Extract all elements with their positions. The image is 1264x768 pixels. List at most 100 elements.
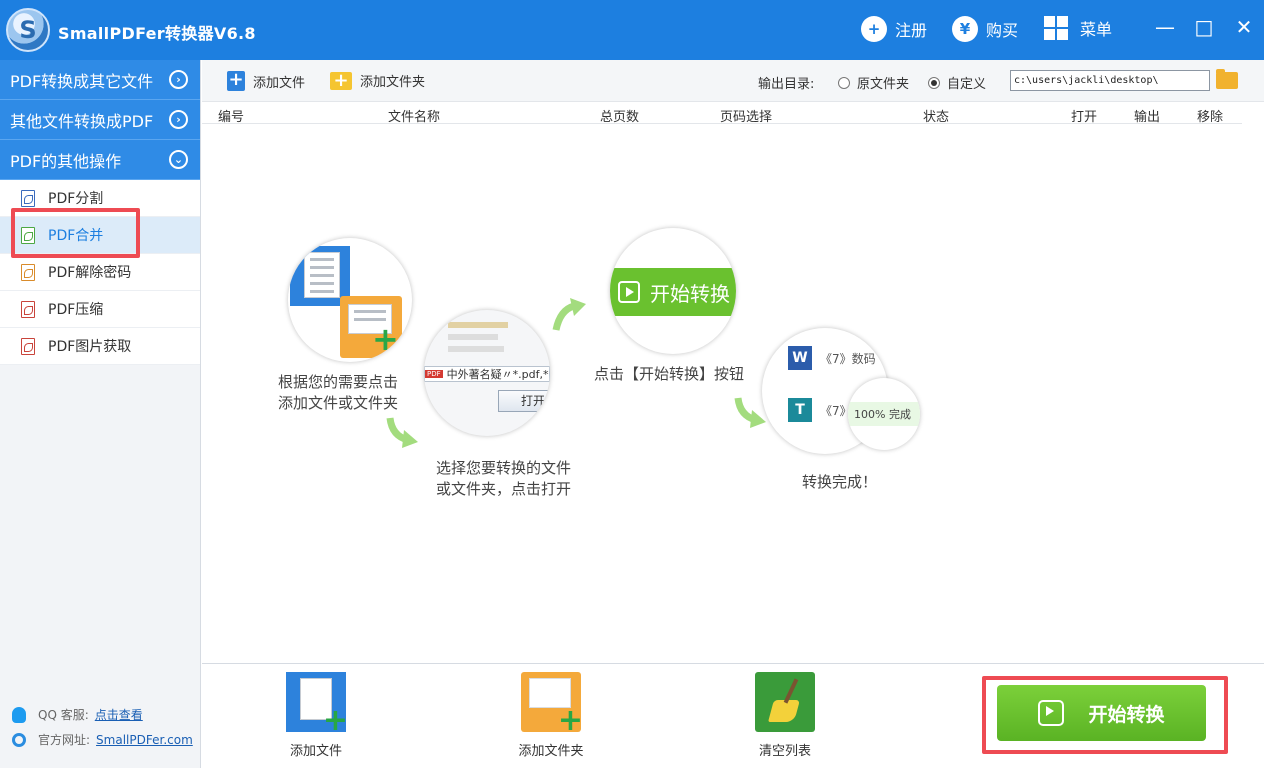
output-path-input[interactable] [1010, 70, 1210, 91]
add-file-icon [227, 69, 245, 91]
radio-original-folder[interactable]: 原文件夹 [838, 73, 909, 92]
qq-support: QQ 客服: 点击查看 [12, 706, 143, 723]
menu-label: 菜单 [1080, 20, 1113, 39]
qq-link[interactable]: 点击查看 [95, 706, 143, 723]
guide-area: + 根据您的需要点击 添加文件或文件夹 PDF 中外著名疑〃*.pdf,*. 打… [202, 124, 1264, 664]
step3-circle: 开始转换 [610, 228, 736, 354]
clear-list-button[interactable]: 清空列表 [735, 672, 835, 759]
grid-menu-icon [1044, 16, 1068, 40]
add-file-large-icon: + [286, 672, 348, 736]
clear-list-label: 清空列表 [758, 744, 811, 759]
add-folder-button[interactable]: 添加文件夹 [330, 70, 426, 91]
col-pages: 总页数 [600, 110, 640, 125]
qq-icon [12, 706, 26, 723]
pdf-unlock-icon [21, 263, 35, 281]
browser-icon [12, 732, 26, 747]
yen-icon: ¥ [952, 16, 978, 42]
arrow-up-right-icon [552, 298, 586, 331]
radio-label: 原文件夹 [857, 77, 910, 92]
col-filename: 文件名称 [388, 110, 441, 125]
col-remove: 移除 [1197, 110, 1224, 125]
bottom-add-file-label: 添加文件 [289, 744, 342, 759]
step2-circle: PDF 中外著名疑〃*.pdf,*. 打开 [424, 310, 550, 436]
sidebar: PDF转换成其它文件 › 其他文件转换成PDF › PDF的其他操作 ⌄ PDF… [0, 60, 201, 768]
arrow-down-right-icon [386, 417, 418, 448]
category-label: PDF的其他操作 [10, 151, 122, 171]
sidebar-item-label: PDF压缩 [48, 302, 104, 318]
site-link[interactable]: SmallPDFer.com [96, 733, 193, 747]
add-file-button[interactable]: 添加文件 [227, 69, 306, 91]
register-label: 注册 [895, 21, 928, 40]
minimize-button[interactable]: — [1150, 12, 1180, 42]
converted-row: W 《7》数码 [788, 346, 876, 370]
sidebar-item-label: PDF图片获取 [48, 339, 132, 355]
bottom-add-folder-button[interactable]: + 添加文件夹 [501, 672, 601, 759]
user-add-icon: + [861, 16, 887, 42]
col-page-select: 页码选择 [720, 110, 773, 125]
qq-label: QQ 客服: [38, 708, 89, 722]
step3-text: 点击【开始转换】按钮 [594, 365, 745, 383]
step1-circle: + [288, 238, 412, 362]
site-label: 官方网址: [38, 733, 91, 747]
chevron-right-icon: › [169, 70, 188, 89]
category-other-to-pdf[interactable]: 其他文件转换成PDF › [0, 100, 200, 140]
category-pdf-to-other[interactable]: PDF转换成其它文件 › [0, 60, 200, 100]
register-button[interactable]: + 注册 [861, 16, 927, 42]
menu-button[interactable]: 菜单 [1044, 16, 1112, 40]
col-status: 状态 [923, 110, 950, 125]
radio-custom-folder[interactable]: 自定义 [928, 73, 986, 92]
sidebar-item-pdf-compress[interactable]: PDF压缩 [0, 291, 200, 328]
bottom-add-file-button[interactable]: + 添加文件 [266, 672, 366, 759]
pdf-badge-icon: PDF [425, 370, 443, 378]
radio-off-icon [838, 76, 850, 89]
col-number: 编号 [218, 110, 245, 125]
highlight-box [11, 208, 140, 258]
pdf-compress-icon [21, 300, 35, 318]
step1-text: 根据您的需要点击 添加文件或文件夹 [278, 373, 399, 412]
maximize-button[interactable]: □ [1189, 12, 1219, 42]
step2-text: 选择您要转换的文件 或文件夹，点击打开 [436, 459, 572, 498]
app-title: SmallPDFer转换器V6.8 [58, 24, 256, 43]
progress-complete-label: 100% 完成 [848, 402, 920, 426]
col-output: 输出 [1134, 110, 1161, 125]
title-bar: S SmallPDFer转换器V6.8 + 注册 ¥ 购买 菜单 — □ ✕ [0, 0, 1264, 60]
radio-on-icon [928, 76, 940, 89]
play-icon [618, 281, 640, 303]
app-logo-icon: S [6, 8, 50, 52]
pdf-image-icon [21, 337, 35, 355]
chevron-right-icon: › [169, 110, 188, 129]
col-open: 打开 [1071, 110, 1098, 125]
file-table-header: 编号 文件名称 总页数 页码选择 状态 打开 输出 移除 [202, 102, 1242, 125]
progress-circle: 100% 完成 [848, 378, 920, 450]
sidebar-item-pdf-unlock[interactable]: PDF解除密码 [0, 254, 200, 291]
chevron-down-icon: ⌄ [169, 150, 188, 169]
category-pdf-other-ops[interactable]: PDF的其他操作 ⌄ [0, 140, 200, 180]
radio-label: 自定义 [947, 77, 987, 92]
broom-icon [755, 672, 815, 732]
close-button[interactable]: ✕ [1229, 12, 1259, 42]
word-doc-icon: W [788, 346, 812, 370]
add-folder-large-icon: + [521, 672, 583, 736]
sidebar-item-pdf-image[interactable]: PDF图片获取 [0, 328, 200, 365]
pdf-split-icon [21, 189, 35, 207]
step4-text: 转换完成！ [802, 473, 878, 491]
official-site: 官方网址: SmallPDFer.com [12, 731, 193, 748]
sidebar-item-label: PDF解除密码 [48, 265, 132, 281]
bottom-add-folder-label: 添加文件夹 [518, 744, 584, 759]
add-folder-icon [330, 70, 352, 91]
browse-folder-icon[interactable] [1216, 69, 1238, 89]
category-label: 其他文件转换成PDF [10, 111, 154, 131]
main-toolbar: 添加文件 添加文件夹 输出目录: 原文件夹 自定义 [202, 60, 1264, 102]
text-doc-icon: T [788, 398, 812, 422]
sidebar-item-label: PDF分割 [48, 191, 104, 207]
highlight-box [982, 676, 1228, 754]
start-button-illustration: 开始转换 [610, 268, 736, 316]
open-button-illustration: 打开 [498, 390, 550, 412]
add-file-label: 添加文件 [253, 75, 306, 91]
buy-label: 购买 [986, 21, 1019, 40]
buy-button[interactable]: ¥ 购买 [952, 16, 1018, 42]
plus-icon: + [372, 320, 399, 358]
add-folder-label: 添加文件夹 [360, 75, 426, 90]
category-label: PDF转换成其它文件 [10, 71, 154, 91]
file-name-field: PDF 中外著名疑〃*.pdf,*. [424, 366, 550, 382]
